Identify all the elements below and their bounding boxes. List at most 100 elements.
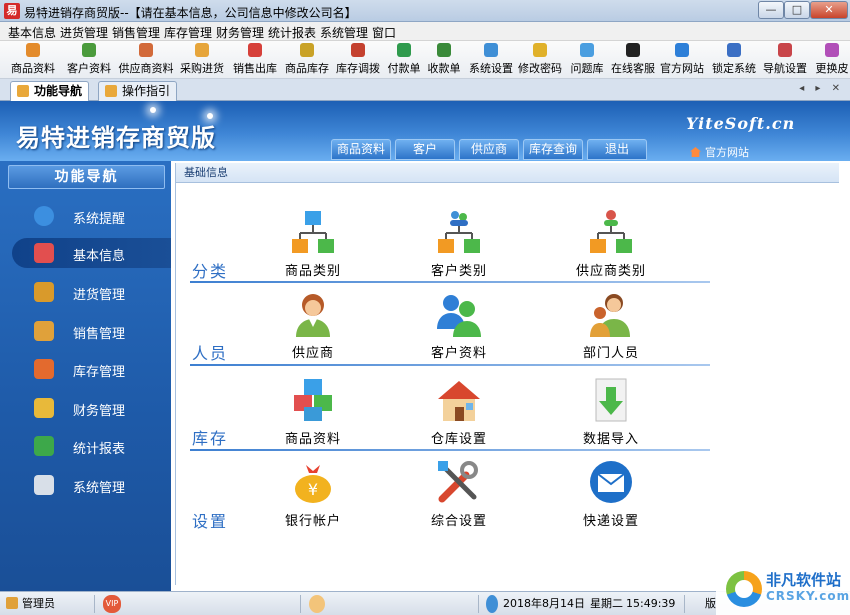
- home-icon: [690, 147, 701, 157]
- menu-bar: 基本信息 进货管理 销售管理 库存管理 财务管理 统计报表 系统管理 窗口: [0, 22, 850, 41]
- watermark-en: CRSKY.com: [766, 589, 850, 603]
- transfer-icon: [351, 43, 365, 57]
- menu-system[interactable]: 系统管理: [320, 24, 368, 41]
- purchase-icon: [34, 282, 54, 302]
- product-category-button[interactable]: 商品类别: [258, 209, 368, 283]
- tab-guide[interactable]: 操作指引: [98, 81, 178, 101]
- toolbar-website-button[interactable]: 官方网站: [658, 43, 706, 77]
- toolbar-sales-button[interactable]: 销售出库: [230, 43, 280, 77]
- supplier-button[interactable]: 供应商: [258, 291, 368, 365]
- avatar-icon: [309, 595, 325, 613]
- customer-tree-icon: [438, 211, 480, 253]
- menu-inventory[interactable]: 库存管理: [164, 24, 212, 41]
- sales-icon: [34, 321, 54, 341]
- banner-nav-exit[interactable]: 退出: [587, 139, 647, 160]
- star-icon: [17, 85, 29, 97]
- brand-logo-text: YiteSoft.cn: [686, 114, 796, 133]
- menu-basic-info[interactable]: 基本信息: [8, 24, 56, 41]
- status-extra: 版: [705, 597, 716, 610]
- site-watermark: 非凡软件站 CRSKY.com: [716, 563, 850, 615]
- lock-icon: [727, 43, 741, 57]
- finance-icon: [34, 398, 54, 418]
- menu-window[interactable]: 窗口: [372, 24, 396, 41]
- toolbar-supplier-button[interactable]: 供应商资料: [118, 43, 174, 77]
- status-separator: [300, 595, 301, 613]
- toolbar-settings-button[interactable]: 系统设置: [466, 43, 516, 77]
- cubes-icon: [294, 379, 332, 421]
- skin-icon: [825, 43, 839, 57]
- banner-nav-products[interactable]: 商品资料: [331, 139, 391, 160]
- toolbar-faq-button[interactable]: 问题库: [566, 43, 608, 77]
- sparkle-decoration: [150, 107, 156, 113]
- menu-sales[interactable]: 销售管理: [112, 24, 160, 41]
- banner-nav-stock-query[interactable]: 库存查询: [523, 139, 583, 160]
- menu-finance[interactable]: 财务管理: [216, 24, 264, 41]
- customer-info-button[interactable]: 客户资料: [404, 291, 514, 365]
- sidebar-item-sales[interactable]: 销售管理: [12, 316, 171, 346]
- clock-icon: [486, 595, 498, 613]
- box-icon: [26, 43, 40, 57]
- chart-icon: [34, 436, 54, 456]
- toolbar-product-button[interactable]: 商品资料: [6, 43, 60, 77]
- users-icon: [82, 43, 96, 57]
- category-tree-icon: [292, 211, 334, 253]
- express-settings-button[interactable]: 快递设置: [556, 459, 666, 533]
- data-import-button[interactable]: 数据导入: [556, 377, 666, 451]
- app-icon[interactable]: 易: [4, 3, 20, 19]
- banner: 易特进销存商贸版 YiteSoft.cn 官方网站 商品资料 客户 供应商 库存…: [0, 101, 850, 161]
- tab-function-nav[interactable]: 功能导航: [10, 81, 90, 101]
- key-icon: [533, 43, 547, 57]
- minimize-button[interactable]: —: [758, 1, 784, 19]
- staff-button[interactable]: 部门人员: [556, 291, 666, 365]
- toolbar-stock-button[interactable]: 商品库存: [282, 43, 332, 77]
- toolbar-purchase-button[interactable]: 采购进货: [176, 43, 228, 77]
- sidebar-item-inventory[interactable]: 库存管理: [12, 354, 171, 384]
- status-separator: [478, 595, 479, 613]
- toolbar-nav-settings-button[interactable]: 导航设置: [761, 43, 809, 77]
- menu-reports[interactable]: 统计报表: [268, 24, 316, 41]
- watermark-cn: 非凡软件站: [766, 571, 842, 589]
- sidebar-item-basic-info[interactable]: 基本信息: [12, 238, 182, 268]
- official-site-link[interactable]: 官方网站: [690, 144, 749, 160]
- status-separator: [684, 595, 685, 613]
- menu-purchase[interactable]: 进货管理: [60, 24, 108, 41]
- crsky-logo-icon: [726, 571, 762, 607]
- toolbar-support-button[interactable]: 在线客服: [610, 43, 656, 77]
- toolbar-payment-button[interactable]: 付款单: [384, 43, 424, 77]
- toolbar-password-button[interactable]: 修改密码: [516, 43, 564, 77]
- general-settings-button[interactable]: 综合设置: [404, 459, 514, 533]
- sidebar-item-finance[interactable]: 财务管理: [12, 393, 171, 423]
- status-date: 2018年8月14日: [503, 597, 585, 610]
- tab-strip: 功能导航 操作指引 ◂ ▸ ✕: [0, 79, 850, 101]
- toolbar-customer-button[interactable]: 客户资料: [62, 43, 116, 77]
- sidebar-item-system[interactable]: 系统管理: [12, 470, 171, 500]
- banner-nav-suppliers[interactable]: 供应商: [459, 139, 519, 160]
- sidebar-item-reminders[interactable]: 系统提醒: [12, 201, 171, 231]
- receive-icon: [437, 43, 451, 57]
- supplier-category-button[interactable]: 供应商类别: [556, 209, 666, 283]
- truck-icon: [195, 43, 209, 57]
- customers-icon: [437, 295, 481, 337]
- close-button[interactable]: ✕: [810, 1, 848, 19]
- toolbar-lock-button[interactable]: 锁定系统: [710, 43, 758, 77]
- banner-title: 易特进销存商贸版: [16, 123, 216, 152]
- sidebar-header: 功能导航: [8, 165, 165, 189]
- customer-category-button[interactable]: 客户类别: [404, 209, 514, 283]
- bank-account-button[interactable]: ¥ 银行帐户: [258, 459, 368, 533]
- sidebar-item-reports[interactable]: 统计报表: [12, 431, 171, 461]
- info-icon: [34, 206, 54, 226]
- sidebar-item-purchase[interactable]: 进货管理: [12, 277, 171, 307]
- house-icon: [438, 381, 480, 421]
- settings-icon: [484, 43, 498, 57]
- maximize-button[interactable]: □: [784, 1, 810, 19]
- status-weekday: 星期二: [590, 597, 623, 610]
- toolbar-receipt-button[interactable]: 收款单: [424, 43, 464, 77]
- toolbar-skin-button[interactable]: 更换皮: [812, 43, 850, 77]
- warehouse-settings-button[interactable]: 仓库设置: [404, 377, 514, 451]
- banner-nav-customers[interactable]: 客户: [395, 139, 455, 160]
- question-icon: [580, 43, 594, 57]
- tab-scroll-controls[interactable]: ◂ ▸ ✕: [799, 83, 844, 94]
- toolbar-transfer-button[interactable]: 库存调拨: [333, 43, 383, 77]
- express-icon: [590, 461, 632, 503]
- product-info-button[interactable]: 商品资料: [258, 377, 368, 451]
